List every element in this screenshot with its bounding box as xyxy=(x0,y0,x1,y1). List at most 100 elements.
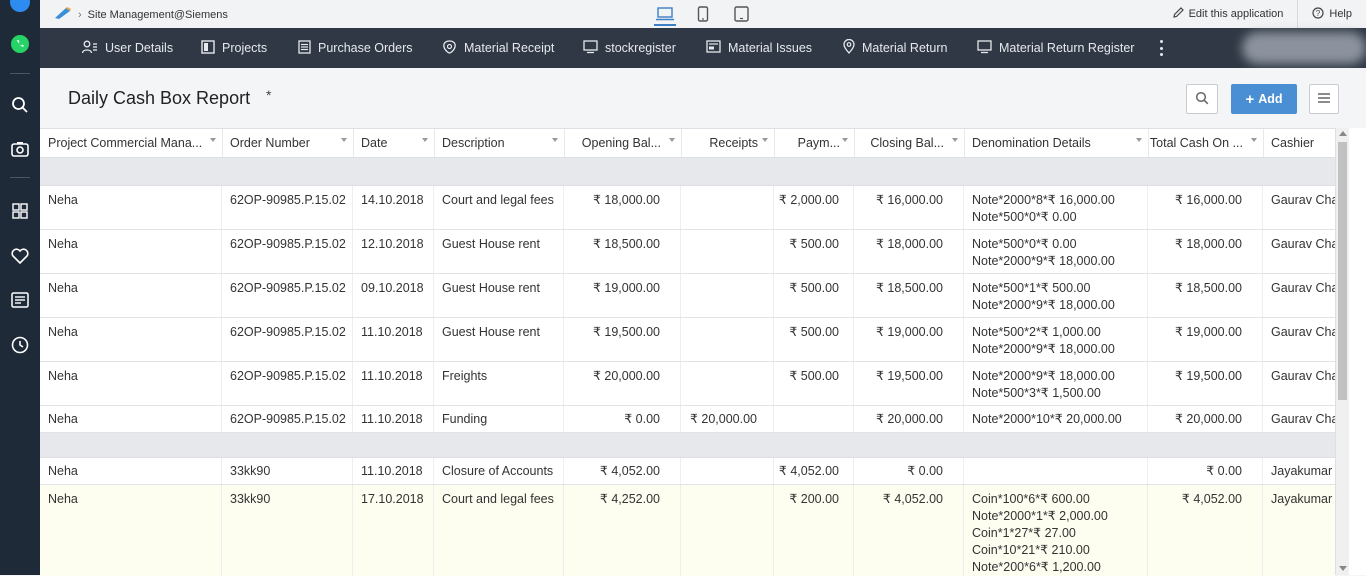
nav-item-material-return[interactable]: Material Return xyxy=(843,28,947,68)
column-header-cashier[interactable]: Cashier xyxy=(1271,129,1325,157)
sort-caret-icon[interactable] xyxy=(952,138,958,142)
rail-divider xyxy=(10,177,30,178)
mobile-view-icon[interactable] xyxy=(692,4,714,24)
column-divider[interactable] xyxy=(222,129,223,157)
table-row[interactable]: Neha 62OP-90985.P.15.02 14.10.2018 Court an… xyxy=(40,186,1335,230)
cell-text: Neha xyxy=(48,325,78,339)
clock-icon[interactable] xyxy=(8,333,32,357)
news-icon[interactable] xyxy=(8,288,32,312)
column-header-denoms[interactable]: Denomination Details xyxy=(972,129,1130,157)
app-logo-icon[interactable] xyxy=(54,6,72,23)
cell-text: ₹ 18,500.00 xyxy=(592,237,660,251)
column-header-payment[interactable]: Paym... xyxy=(774,129,840,157)
nav-item-label: Purchase Orders xyxy=(318,41,413,55)
cell-desc: Guest House rent xyxy=(434,274,564,317)
cell-denoms: Note*2000*10*₹ 20,000.00 xyxy=(964,406,1148,432)
column-divider[interactable] xyxy=(964,129,965,157)
table-row[interactable]: Neha 62OP-90985.P.15.02 11.10.2018 Funding ₹… xyxy=(40,406,1335,433)
cell-text: Neha xyxy=(48,412,78,426)
tablet-view-icon[interactable] xyxy=(730,4,752,24)
sort-caret-icon[interactable] xyxy=(669,138,675,142)
table-row[interactable]: Neha 62OP-90985.P.15.02 11.10.2018 Guest Ho… xyxy=(40,318,1335,362)
sort-caret-icon[interactable] xyxy=(552,138,558,142)
search-icon[interactable] xyxy=(8,93,32,117)
nav-item-material-issues[interactable]: Material Issues xyxy=(706,28,812,68)
report-menu-button[interactable] xyxy=(1309,84,1339,114)
hamburger-icon xyxy=(1317,92,1331,107)
nav-item-user-details[interactable]: User Details xyxy=(81,28,173,68)
cell-text: 09.10.2018 xyxy=(361,281,424,295)
sort-caret-icon[interactable] xyxy=(341,138,347,142)
search-button[interactable] xyxy=(1186,84,1218,114)
cell-text: ₹ 16,000.00 xyxy=(875,193,943,207)
breadcrumb-app-name[interactable]: Site Management@Siemens xyxy=(88,9,228,21)
column-header-order[interactable]: Order Number xyxy=(230,129,335,157)
sort-caret-icon[interactable] xyxy=(1251,138,1257,142)
table-row[interactable]: Neha 33kk90 17.10.2018 Court and legal fees… xyxy=(40,485,1335,576)
help-link[interactable]: ? Help xyxy=(1298,0,1366,28)
table-row[interactable]: Neha 62OP-90985.P.15.02 12.10.2018 Guest Ho… xyxy=(40,230,1335,274)
cell-text: 11.10.2018 xyxy=(361,464,423,478)
cell-text: 14.10.2018 xyxy=(361,193,424,207)
column-header-opening[interactable]: Opening Bal... xyxy=(564,129,661,157)
vertical-scrollbar[interactable] xyxy=(1335,128,1350,575)
cell-total: ₹ 20,000.00 xyxy=(1148,406,1263,432)
cell-text: 33kk90 xyxy=(230,492,271,506)
nav-item-label: Material Receipt xyxy=(464,41,555,55)
cell-cashier: Gaurav Cha xyxy=(1263,318,1335,361)
column-divider[interactable] xyxy=(434,129,435,157)
column-divider[interactable] xyxy=(1263,129,1264,157)
camera-icon[interactable] xyxy=(8,137,32,161)
messenger-icon[interactable] xyxy=(8,0,32,14)
desktop-view-icon[interactable] xyxy=(654,4,676,26)
column-header-manager[interactable]: Project Commercial Mana... xyxy=(48,129,204,157)
nav-item-material-return-register[interactable]: Material Return Register xyxy=(977,28,1134,68)
cell-closing: ₹ 0.00 xyxy=(854,458,964,484)
column-header-desc[interactable]: Description xyxy=(442,129,546,157)
cell-text: ₹ 0.00 xyxy=(624,412,660,426)
table-row[interactable]: Neha 33kk90 11.10.2018 Closure of Accounts ₹… xyxy=(40,458,1335,485)
add-record-button[interactable]: + Add xyxy=(1231,84,1297,114)
nav-item-purchase-orders[interactable]: Purchase Orders xyxy=(298,28,412,68)
scroll-down-icon[interactable] xyxy=(1339,566,1347,571)
sort-caret-icon[interactable] xyxy=(842,138,848,142)
user-avatar[interactable] xyxy=(1242,32,1366,64)
sort-caret-icon[interactable] xyxy=(422,138,428,142)
heart-icon[interactable] xyxy=(8,244,32,268)
cell-receipts: ₹ 20,000.00 xyxy=(681,406,774,432)
cell-text: 17.10.2018 xyxy=(361,492,424,506)
apps-grid-icon[interactable] xyxy=(8,199,32,223)
column-header-date[interactable]: Date xyxy=(361,129,416,157)
more-options-icon[interactable] xyxy=(1156,40,1166,56)
cell-text: ₹ 500.00 xyxy=(789,281,839,295)
report-header: Daily Cash Box Report * + Add xyxy=(40,68,1366,128)
sort-caret-icon[interactable] xyxy=(1136,138,1142,142)
table-row[interactable]: Neha 62OP-90985.P.15.02 09.10.2018 Guest Ho… xyxy=(40,274,1335,318)
denomination-line: Note*200*6*₹ 1,200.00 xyxy=(972,560,1101,574)
group-header-row xyxy=(40,433,1335,458)
nav-item-projects[interactable]: Projects xyxy=(201,28,267,68)
cell-text: 33kk90 xyxy=(230,464,271,478)
cell-text: ₹ 2,000.00 xyxy=(778,193,839,207)
cell-text: 11.10.2018 xyxy=(361,369,423,383)
table-row[interactable]: Neha 62OP-90985.P.15.02 11.10.2018 Freights… xyxy=(40,362,1335,406)
sort-caret-icon[interactable] xyxy=(762,138,768,142)
cell-denoms: Coin*100*6*₹ 600.00 Note*2000*1*₹ 2,000.0… xyxy=(964,485,1148,576)
cell-order: 33kk90 xyxy=(222,458,353,484)
column-header-total[interactable]: Total Cash On ... xyxy=(1148,129,1243,157)
scroll-up-icon[interactable] xyxy=(1339,131,1347,136)
scrollbar-thumb[interactable] xyxy=(1338,142,1347,400)
cell-closing: ₹ 20,000.00 xyxy=(854,406,964,432)
breadcrumb: › Site Management@Siemens xyxy=(54,6,228,23)
column-header-receipts[interactable]: Receipts xyxy=(681,129,758,157)
sort-caret-icon[interactable] xyxy=(210,138,216,142)
column-divider[interactable] xyxy=(353,129,354,157)
column-header-closing[interactable]: Closing Bal... xyxy=(854,129,944,157)
nav-item-material-receipt[interactable]: Material Receipt xyxy=(442,28,554,68)
nav-item-stockregister[interactable]: stockregister xyxy=(583,28,676,68)
whatsapp-icon[interactable] xyxy=(8,32,32,56)
top-bar: › Site Management@Siemens Edit this appl… xyxy=(40,0,1366,29)
edit-application-link[interactable]: Edit this application xyxy=(1159,0,1298,28)
cell-text: ₹ 500.00 xyxy=(789,369,839,383)
board-icon xyxy=(201,39,215,57)
